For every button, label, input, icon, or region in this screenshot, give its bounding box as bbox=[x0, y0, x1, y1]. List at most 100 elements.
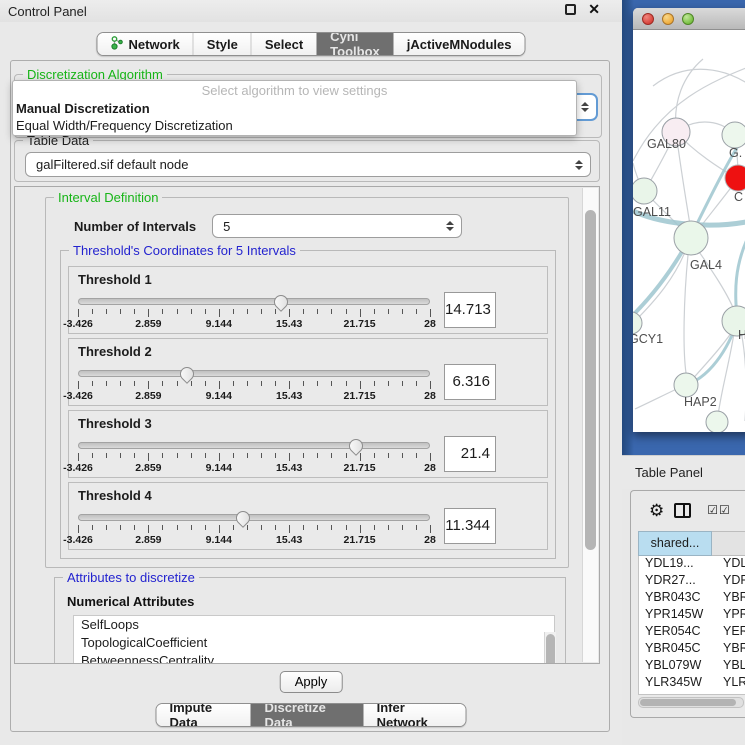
threshold-value-field[interactable]: 21.4 bbox=[444, 436, 496, 472]
spinner-arrows-icon bbox=[446, 221, 454, 231]
threshold-value-field[interactable]: 6.316 bbox=[444, 364, 496, 400]
cell-name[interactable]: YLR3 bbox=[713, 675, 745, 692]
table-header-row: shared... n bbox=[638, 531, 745, 556]
network-node[interactable] bbox=[633, 178, 657, 204]
combo-arrows-icon bbox=[575, 160, 583, 170]
numerical-attributes-list[interactable]: SelfLoopsTopologicalCoefficientBetweenne… bbox=[73, 615, 555, 664]
close-icon[interactable]: ✕ bbox=[588, 4, 600, 15]
tab-impute-data[interactable]: Impute Data bbox=[157, 704, 251, 726]
zoom-traffic-light-icon[interactable] bbox=[682, 13, 694, 25]
cell-shared-name[interactable]: YBR045C bbox=[639, 641, 713, 658]
threshold-slider[interactable]: -3.4262.8599.14415.4321.71528 bbox=[78, 364, 430, 403]
slider-tick-labels: -3.4262.8599.14415.4321.71528 bbox=[78, 318, 430, 331]
cell-name[interactable]: YER0 bbox=[713, 624, 745, 641]
network-icon bbox=[110, 36, 123, 53]
table-data-group: Table Data galFiltered.sif default node bbox=[14, 140, 600, 182]
number-of-intervals-value: 5 bbox=[223, 219, 230, 234]
bottom-tabbar: Impute Data Discretize DataInfer Network bbox=[156, 703, 467, 727]
cell-shared-name[interactable]: YDL19... bbox=[639, 556, 713, 573]
cell-name[interactable]: YDL1 bbox=[713, 556, 745, 573]
table-row[interactable]: YPR145WYPR1 bbox=[639, 607, 745, 624]
slider-tick-labels: -3.4262.8599.14415.4321.71528 bbox=[78, 462, 430, 475]
dropdown-option-equal-width-frequency[interactable]: Equal Width/Frequency Discretization bbox=[13, 117, 576, 134]
apply-button[interactable]: Apply bbox=[280, 671, 343, 693]
tab-label: Impute Data bbox=[170, 703, 238, 727]
slider-track[interactable] bbox=[78, 298, 430, 305]
threshold-value-field[interactable]: 14.713 bbox=[444, 292, 496, 328]
column-header-shared-name[interactable]: shared... bbox=[638, 531, 712, 556]
slider-track[interactable] bbox=[78, 442, 430, 449]
number-of-intervals-spinner[interactable]: 5 bbox=[212, 214, 462, 238]
slider-track[interactable] bbox=[78, 370, 430, 377]
table-data-combobox[interactable]: galFiltered.sif default node bbox=[25, 152, 591, 177]
attribute-item-selfloops[interactable]: SelfLoops bbox=[74, 616, 554, 634]
tab-cyni-toolbox[interactable]: Cyni Toolbox bbox=[316, 33, 393, 55]
threshold-slider[interactable]: -3.4262.8599.14415.4321.71528 bbox=[78, 436, 430, 475]
network-node[interactable] bbox=[674, 373, 698, 397]
network-node[interactable] bbox=[706, 411, 728, 432]
table-row[interactable]: YBR043CYBR0 bbox=[639, 590, 745, 607]
table-row[interactable]: YIL052CYIL0 bbox=[639, 692, 745, 695]
minimize-traffic-light-icon[interactable] bbox=[662, 13, 674, 25]
settings-vertical-scrollbar[interactable] bbox=[582, 188, 598, 662]
network-node[interactable] bbox=[725, 165, 745, 191]
table-row[interactable]: YBL079WYBL0 bbox=[639, 658, 745, 675]
checkbox-icons[interactable]: ☑☑ bbox=[707, 503, 731, 517]
algorithm-dropdown-popup: Select algorithm to view settings Manual… bbox=[12, 80, 577, 136]
cell-shared-name[interactable]: YER054C bbox=[639, 624, 713, 641]
tab-style[interactable]: Style bbox=[193, 33, 251, 55]
network-node[interactable] bbox=[674, 221, 708, 255]
network-node-label: C bbox=[734, 190, 743, 204]
table-panel: ⚙ ☑☑ shared... n YDL19...YDL1YDR27...YDR… bbox=[630, 490, 745, 718]
settings-scroll-area: Interval Definition Number of Intervals … bbox=[14, 186, 600, 664]
threshold-label: Threshold 3 bbox=[78, 416, 539, 431]
attributes-list-scrollbar[interactable] bbox=[544, 632, 556, 664]
dropdown-option-manual-discretization[interactable]: Manual Discretization bbox=[13, 100, 576, 117]
cell-shared-name[interactable]: YBR043C bbox=[639, 590, 713, 607]
table-row[interactable]: YER054CYER0 bbox=[639, 624, 745, 641]
tab-infer-network[interactable]: Infer Network bbox=[363, 704, 466, 726]
cell-name[interactable]: YPR1 bbox=[713, 607, 745, 624]
table-row[interactable]: YBR045CYBR0 bbox=[639, 641, 745, 658]
threshold-box: Threshold 4 -3.4262.8599.14415.4321.7152… bbox=[68, 482, 548, 550]
tab-network[interactable]: Network bbox=[97, 33, 192, 55]
cell-name[interactable]: YIL0 bbox=[713, 692, 745, 695]
gear-icon[interactable]: ⚙ bbox=[649, 502, 664, 519]
cell-shared-name[interactable]: YDR27... bbox=[639, 573, 713, 590]
table-row[interactable]: YDR27...YDR2 bbox=[639, 573, 745, 590]
tab-select[interactable]: Select bbox=[251, 33, 316, 55]
cell-shared-name[interactable]: YIL052C bbox=[639, 692, 713, 695]
numerical-attributes-label: Numerical Attributes bbox=[67, 594, 557, 609]
attribute-item-betweennesscentrality[interactable]: BetweennessCentrality bbox=[74, 652, 554, 664]
tab-jactivemnodules[interactable]: jActiveMNodules bbox=[393, 33, 525, 55]
table-panel-title: Table Panel bbox=[635, 465, 703, 480]
threshold-box: Threshold 2 -3.4262.8599.14415.4321.7152… bbox=[68, 338, 548, 406]
threshold-value-field[interactable]: 11.344 bbox=[444, 508, 496, 544]
cell-shared-name[interactable]: YPR145W bbox=[639, 607, 713, 624]
cell-shared-name[interactable]: YLR345W bbox=[639, 675, 713, 692]
network-node[interactable] bbox=[722, 122, 745, 148]
slider-track[interactable] bbox=[78, 514, 430, 521]
network-canvas[interactable]: GAL80G.CGAL11GAL4GCY1HHAP2 bbox=[633, 31, 745, 432]
slider-ticks bbox=[78, 453, 430, 462]
table-row[interactable]: YDL19...YDL1 bbox=[639, 556, 745, 573]
cell-name[interactable]: YBL0 bbox=[713, 658, 745, 675]
tab-discretize-data[interactable]: Discretize Data bbox=[250, 704, 362, 726]
float-window-icon[interactable] bbox=[565, 4, 576, 15]
table-row[interactable]: YLR345WYLR3 bbox=[639, 675, 745, 692]
table-horizontal-scrollbar[interactable] bbox=[638, 697, 744, 708]
close-traffic-light-icon[interactable] bbox=[642, 13, 654, 25]
cell-name[interactable]: YBR0 bbox=[713, 590, 745, 607]
threshold-slider[interactable]: -3.4262.8599.14415.4321.71528 bbox=[78, 508, 430, 547]
network-window-titlebar bbox=[633, 8, 745, 30]
cell-name[interactable]: YBR0 bbox=[713, 641, 745, 658]
cell-shared-name[interactable]: YBL079W bbox=[639, 658, 713, 675]
cell-name[interactable]: YDR2 bbox=[713, 573, 745, 590]
threshold-slider[interactable]: -3.4262.8599.14415.4321.71528 bbox=[78, 292, 430, 331]
split-columns-icon[interactable] bbox=[674, 503, 691, 518]
network-node-label: HAP2 bbox=[684, 395, 717, 409]
slider-ticks bbox=[78, 525, 430, 534]
column-header-name[interactable]: n bbox=[712, 531, 745, 556]
right-column: GAL80G.CGAL11GAL4GCY1HHAP2 Table Panel ⚙… bbox=[622, 0, 745, 745]
attribute-item-topologicalcoefficient[interactable]: TopologicalCoefficient bbox=[74, 634, 554, 652]
